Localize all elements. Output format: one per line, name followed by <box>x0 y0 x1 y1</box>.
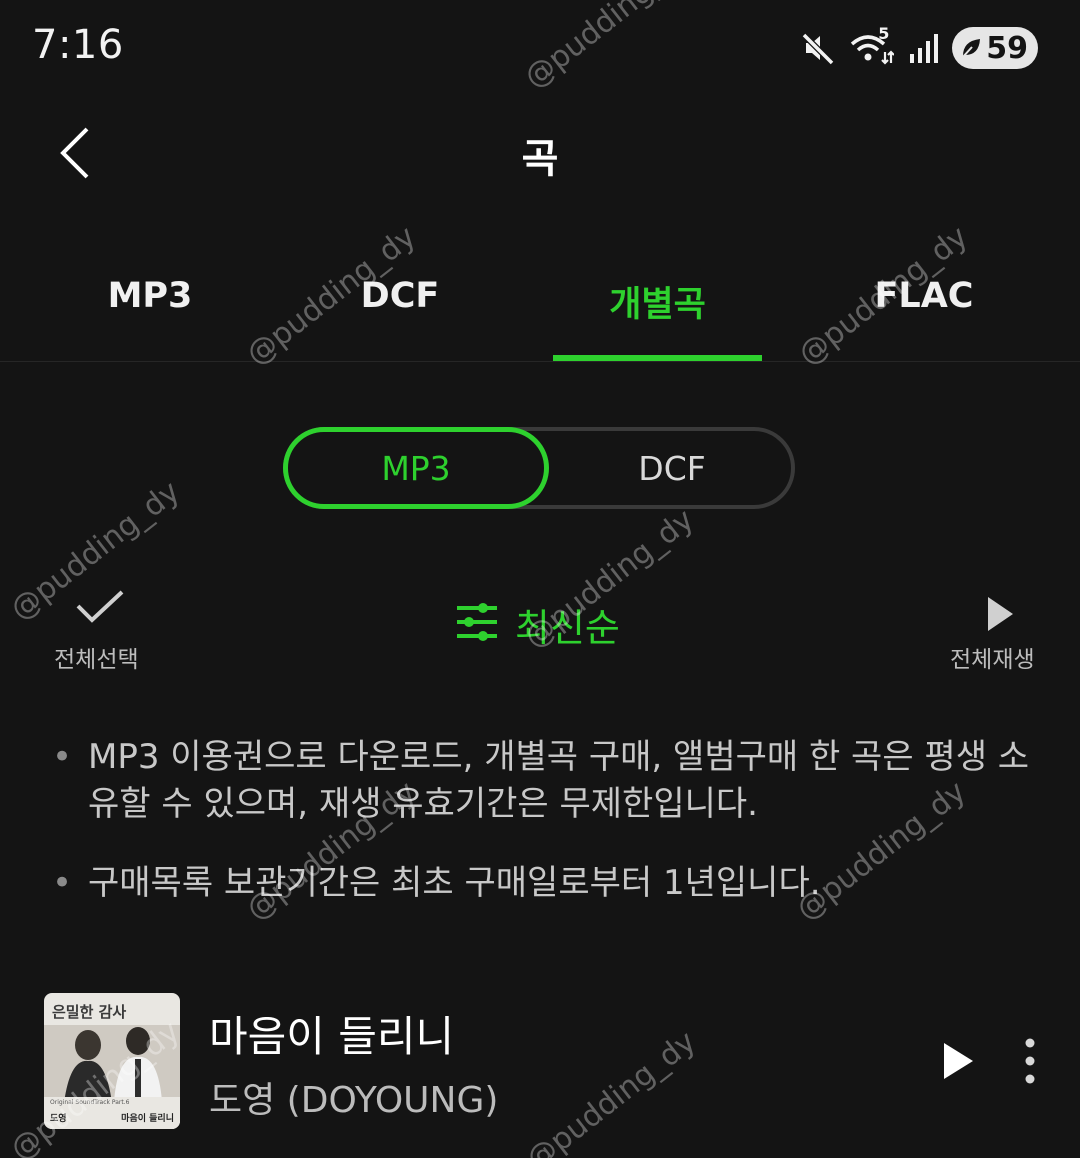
tab-mp3[interactable]: MP3 <box>60 276 240 356</box>
song-artist: 도영 (DOYOUNG) <box>209 1080 499 1121</box>
tab-indicator <box>553 355 762 361</box>
battery-level: 59 <box>986 30 1028 66</box>
play-all-button[interactable]: 전체재생 <box>946 588 1056 678</box>
song-more-button[interactable] <box>1008 1033 1052 1093</box>
sort-label: 최신순 <box>515 605 620 650</box>
song-title: 마음이 들리니 <box>209 1012 455 1061</box>
wifi-icon: 5 <box>850 24 895 66</box>
status-icons: 5 59 <box>800 24 1038 70</box>
tab-dcf[interactable]: DCF <box>310 276 490 356</box>
network-type-label: 5 <box>878 24 890 43</box>
sliders-icon <box>455 601 499 647</box>
select-all-label: 전체선택 <box>54 647 139 673</box>
signal-icon <box>908 32 939 64</box>
leaf-icon <box>958 35 984 61</box>
format-tabs: MP3 DCF 개별곡 FLAC <box>0 240 1080 362</box>
album-art: 은밀한 감사 Original SoundTrack Part.6 도영 마음이… <box>44 993 180 1129</box>
notice-text: 구매목록 보관기간은 최초 구매일로부터 1년입니다. <box>88 863 821 903</box>
album-subtitle: Original SoundTrack Part.6 <box>50 1099 130 1106</box>
more-vertical-icon <box>1024 1037 1036 1089</box>
song-row[interactable]: 은밀한 감사 Original SoundTrack Part.6 도영 마음이… <box>0 985 1080 1135</box>
select-all-button[interactable]: 전체선택 <box>50 588 160 678</box>
tab-individual-songs[interactable]: 개별곡 <box>553 276 762 356</box>
play-all-label: 전체재생 <box>950 647 1035 673</box>
song-play-button[interactable] <box>925 1035 991 1091</box>
page-title: 곡 <box>521 136 559 182</box>
play-icon <box>984 594 1016 638</box>
notice-list: • MP3 이용권으로 다운로드, 개별곡 구매, 앨범구매 한 곡은 평생 소… <box>52 734 1042 939</box>
status-time: 7:16 <box>32 22 124 68</box>
bullet: • <box>52 737 73 777</box>
check-icon <box>74 588 126 632</box>
format-toggle: MP3 DCF <box>283 427 795 509</box>
sort-button[interactable]: 최신순 <box>455 598 620 650</box>
album-song-title: 마음이 들리니 <box>121 1114 174 1124</box>
toggle-option-dcf[interactable]: DCF <box>549 427 795 509</box>
notice-item: • MP3 이용권으로 다운로드, 개별곡 구매, 앨범구매 한 곡은 평생 소… <box>52 734 1042 828</box>
mute-icon <box>800 30 836 66</box>
app-header: 곡 <box>0 100 1080 210</box>
tab-flac[interactable]: FLAC <box>834 276 1014 356</box>
album-artist: 도영 <box>50 1114 67 1124</box>
toggle-option-mp3[interactable]: MP3 <box>283 427 549 509</box>
bullet: • <box>52 863 73 903</box>
play-icon <box>940 1040 976 1086</box>
battery-indicator: 59 <box>952 27 1038 69</box>
status-bar: 7:16 5 59 <box>0 0 1080 95</box>
notice-item: • 구매목록 보관기간은 최초 구매일로부터 1년입니다. <box>52 860 1042 907</box>
notice-text: MP3 이용권으로 다운로드, 개별곡 구매, 앨범구매 한 곡은 평생 소유할… <box>88 737 1030 824</box>
